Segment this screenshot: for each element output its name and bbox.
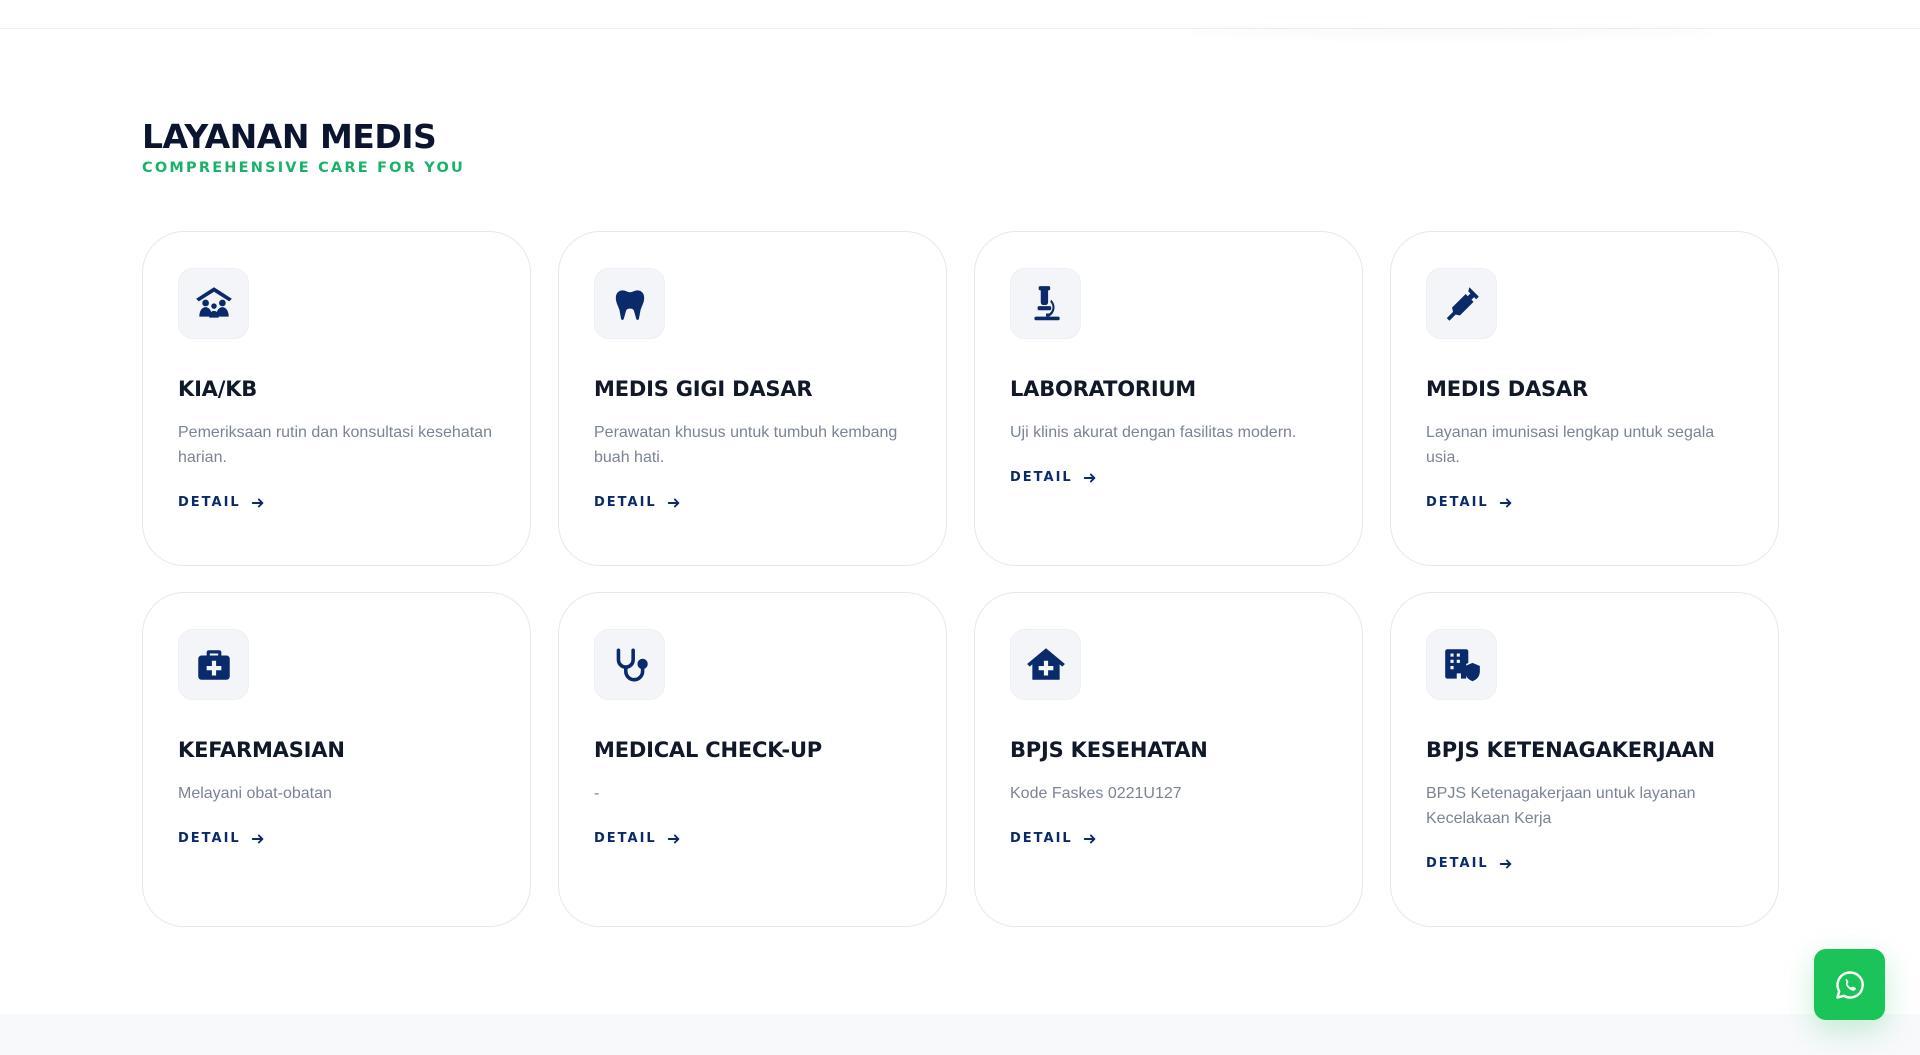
service-title: MEDIS GIGI DASAR: [594, 377, 813, 401]
top-header-bar: [0, 0, 1920, 29]
arrow-right-icon: [1083, 473, 1096, 482]
arrow-right-icon: [1499, 498, 1512, 507]
house-medical-icon: [1010, 629, 1081, 700]
service-description: Uji klinis akurat dengan fasilitas moder…: [1010, 424, 1297, 441]
arrow-right-icon: [667, 498, 680, 507]
service-card-medis-dasar: MEDIS DASAR Layanan imunisasi lengkap un…: [1390, 231, 1779, 566]
section-header: LAYANAN MEDIS COMPREHENSIVE CARE FOR YOU: [142, 115, 465, 176]
arrow-right-icon: [1499, 859, 1512, 868]
whatsapp-icon: [1835, 970, 1864, 999]
service-card-kia-kb: KIA/KB Pemeriksaan rutin dan konsultasi …: [142, 231, 531, 566]
stethoscope-icon: [594, 629, 665, 700]
arrow-right-icon: [251, 498, 264, 507]
service-description: Kode Faskes 0221U127: [1010, 785, 1182, 802]
service-description: Layanan imunisasi lengkap untuk segala u…: [1426, 424, 1715, 466]
detail-link-medis-dasar[interactable]: DETAIL: [1426, 495, 1513, 510]
detail-label: DETAIL: [178, 831, 241, 846]
detail-label: DETAIL: [594, 831, 657, 846]
arrow-right-icon: [667, 834, 680, 843]
service-title: MEDICAL CHECK-UP: [594, 738, 822, 762]
arrow-right-icon: [251, 834, 264, 843]
services-grid: KIA/KB Pemeriksaan rutin dan konsultasi …: [142, 231, 1779, 927]
detail-link-medis-gigi-dasar[interactable]: DETAIL: [594, 495, 681, 510]
building-shield-icon: [1426, 629, 1497, 700]
service-description: BPJS Ketenagakerjaan untuk layanan Kecel…: [1426, 785, 1696, 827]
detail-label: DETAIL: [178, 495, 241, 510]
service-card-laboratorium: LABORATORIUM Uji klinis akurat dengan fa…: [974, 231, 1363, 566]
section-title: LAYANAN MEDIS: [142, 117, 437, 156]
service-title: MEDIS DASAR: [1426, 377, 1588, 401]
detail-label: DETAIL: [1010, 831, 1073, 846]
detail-link-kia-kb[interactable]: DETAIL: [178, 495, 265, 510]
detail-label: DETAIL: [594, 495, 657, 510]
service-title: KIA/KB: [178, 377, 258, 401]
medical-kit-icon: [178, 629, 249, 700]
microscope-icon: [1010, 268, 1081, 339]
whatsapp-chat-button[interactable]: [1814, 949, 1885, 1020]
detail-link-medical-check-up[interactable]: DETAIL: [594, 831, 681, 846]
section-subtitle: COMPREHENSIVE CARE FOR YOU: [142, 160, 465, 176]
footer-band: [0, 1014, 1920, 1055]
syringe-icon: [1426, 268, 1497, 339]
service-title: LABORATORIUM: [1010, 377, 1196, 401]
tooth-icon: [594, 268, 665, 339]
service-description: Perawatan khusus untuk tumbuh kembang bu…: [594, 424, 898, 466]
service-description: Melayani obat-obatan: [178, 785, 332, 802]
detail-label: DETAIL: [1426, 856, 1489, 871]
service-title: BPJS KETENAGAKERJAAN: [1426, 738, 1715, 762]
service-card-medical-check-up: MEDICAL CHECK-UP - DETAIL: [558, 592, 947, 927]
detail-link-laboratorium[interactable]: DETAIL: [1010, 470, 1097, 485]
service-description: -: [594, 785, 600, 802]
service-title: BPJS KESEHATAN: [1010, 738, 1208, 762]
service-card-medis-gigi-dasar: MEDIS GIGI DASAR Perawatan khusus untuk …: [558, 231, 947, 566]
service-title: KEFARMASIAN: [178, 738, 345, 762]
detail-label: DETAIL: [1010, 470, 1073, 485]
detail-link-bpjs-kesehatan[interactable]: DETAIL: [1010, 831, 1097, 846]
arrow-right-icon: [1083, 834, 1096, 843]
detail-link-bpjs-ketenagakerjaan[interactable]: DETAIL: [1426, 856, 1513, 871]
detail-label: DETAIL: [1426, 495, 1489, 510]
service-card-kefarmasian: KEFARMASIAN Melayani obat-obatan DETAIL: [142, 592, 531, 927]
service-description: Pemeriksaan rutin dan konsultasi kesehat…: [178, 424, 492, 466]
detail-link-kefarmasian[interactable]: DETAIL: [178, 831, 265, 846]
family-shelter-icon: [178, 268, 249, 339]
service-card-bpjs-ketenagakerjaan: BPJS KETENAGAKERJAAN BPJS Ketenagakerjaa…: [1390, 592, 1779, 927]
service-card-bpjs-kesehatan: BPJS KESEHATAN Kode Faskes 0221U127 DETA…: [974, 592, 1363, 927]
header-shadow: [1180, 18, 1720, 28]
